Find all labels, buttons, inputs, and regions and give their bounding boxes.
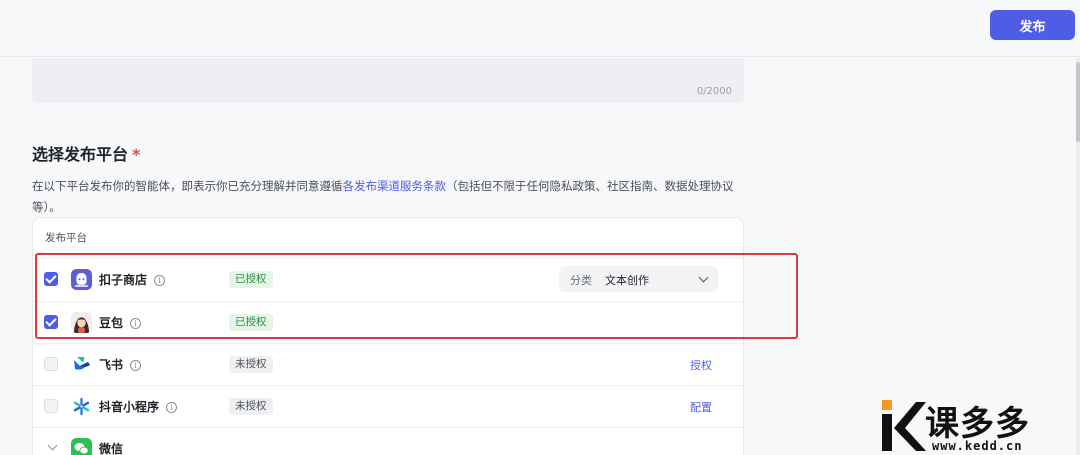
checkbox-coze-store[interactable] (44, 272, 58, 286)
watermark-k-icon (882, 400, 926, 451)
top-bar: 发布 (0, 0, 1080, 57)
checkbox-doubao[interactable] (44, 315, 58, 329)
char-counter: 0/2000 (696, 86, 732, 97)
watermark-url: www.kedd.cn (932, 439, 1023, 453)
platform-row-coze-store[interactable]: 扣子商店 i 已授权 分类 文本创作 (33, 258, 743, 300)
douyin-miniapp-logo-icon (71, 396, 92, 417)
checkbox-feishu[interactable] (44, 357, 58, 371)
authorize-link[interactable]: 授权 (690, 357, 712, 373)
scrollbar-thumb[interactable] (1076, 62, 1080, 142)
info-icon[interactable]: i (130, 318, 142, 329)
status-badge: 已授权 (229, 271, 273, 288)
platform-label: 飞书 (99, 358, 124, 372)
watermark-brand: 课多多 (925, 404, 1030, 444)
section-title-text: 选择发布平台 (32, 145, 129, 164)
feishu-logo-icon (71, 354, 92, 375)
platform-group-wechat[interactable]: 微信 (33, 427, 743, 455)
platform-label: 扣子商店 (99, 273, 148, 287)
platform-label: 豆包 (99, 316, 124, 330)
platform-row-feishu[interactable]: 飞书 i 未授权 授权 (33, 343, 743, 385)
publish-button[interactable]: 发布 (990, 10, 1075, 40)
checkbox-douyin-miniapp[interactable] (44, 399, 58, 413)
doubao-avatar-icon (71, 312, 92, 333)
configure-link[interactable]: 配置 (690, 399, 712, 415)
required-mark: * (132, 145, 141, 164)
platform-row-doubao[interactable]: 豆包 i 已授权 (33, 301, 743, 343)
platform-name-coze-store: 扣子商店 i (99, 271, 166, 288)
info-icon[interactable]: i (166, 402, 178, 413)
watermark-logo: 课多多 www.kedd.cn (880, 398, 1075, 455)
chevron-down-icon[interactable] (47, 440, 58, 451)
platform-row-douyin-miniapp[interactable]: 抖音小程序 i 未授权 配置 (33, 385, 743, 427)
info-icon[interactable]: i (154, 275, 166, 286)
platform-label: 抖音小程序 (99, 400, 160, 414)
panel-header: 发布平台 (45, 232, 87, 244)
section-title: 选择发布平台 * (32, 141, 140, 165)
terms-link[interactable]: 各发布渠道服务条款 (343, 179, 447, 193)
info-icon[interactable]: i (130, 360, 142, 371)
wechat-logo-icon (71, 438, 92, 455)
platform-name-doubao: 豆包 i (99, 314, 142, 331)
category-label: 分类 (570, 274, 592, 287)
category-value: 文本创作 (605, 274, 649, 287)
platform-panel: 发布平台 扣子商店 i 已授权 分类 文本创作 豆包 i 已授权 飞书 i 未授… (32, 217, 744, 455)
platform-name-wechat: 微信 (99, 442, 124, 455)
status-badge: 未授权 (229, 398, 273, 415)
description-textarea[interactable]: 0/2000 (32, 58, 744, 103)
coze-store-logo-icon (71, 269, 92, 290)
terms-notice: 在以下平台发布你的智能体，即表示你已充分理解并同意遵循各发布渠道服务条款（包括但… (32, 176, 752, 218)
notice-text-before: 在以下平台发布你的智能体，即表示你已充分理解并同意遵循 (32, 179, 343, 193)
status-badge: 未授权 (229, 356, 273, 373)
platform-name-feishu: 飞书 i (99, 356, 142, 373)
chevron-down-icon (698, 272, 709, 283)
platform-name-douyin-miniapp: 抖音小程序 i (99, 398, 178, 415)
status-badge: 已授权 (229, 314, 273, 331)
category-select[interactable]: 分类 文本创作 (559, 266, 718, 292)
